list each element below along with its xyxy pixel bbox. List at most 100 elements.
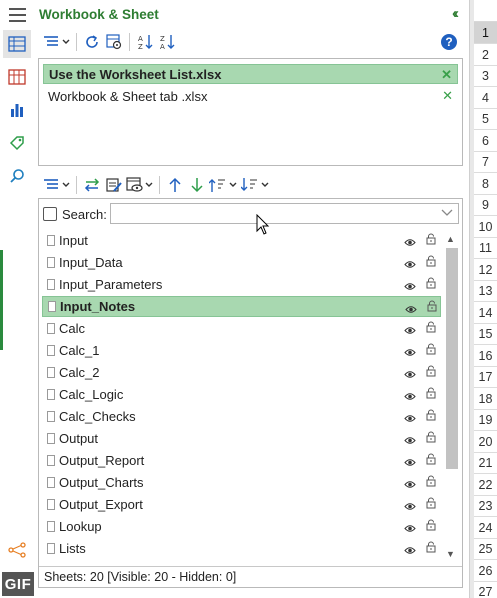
row-header[interactable]: 12	[474, 259, 497, 281]
sheet-row[interactable]: Input_Parameters	[42, 274, 441, 295]
collapse-icon[interactable]: ‹‹	[452, 5, 459, 22]
sheet-row[interactable]: Lookup	[42, 516, 441, 537]
sheet-row[interactable]: Calc_1	[42, 340, 441, 361]
row-header[interactable]: 25	[474, 538, 497, 560]
chart-icon[interactable]	[3, 96, 31, 124]
lock-icon[interactable]	[426, 431, 436, 446]
sort-ascending-icon[interactable]: AZ	[134, 31, 156, 53]
lock-icon[interactable]	[426, 365, 436, 380]
list-view-dropdown[interactable]	[42, 31, 72, 53]
lock-icon[interactable]	[426, 475, 436, 490]
workbook-item[interactable]: Use the Worksheet List.xlsx ✕	[43, 64, 458, 84]
lock-icon[interactable]	[426, 497, 436, 512]
search-checkbox[interactable]	[43, 207, 57, 221]
workbook-item[interactable]: Workbook & Sheet tab .xlsx ✕	[43, 86, 458, 106]
eye-icon[interactable]	[404, 323, 416, 338]
row-header[interactable]: 6	[474, 130, 497, 152]
sort-descending-icon[interactable]: ZA	[156, 31, 178, 53]
share-icon[interactable]	[3, 536, 31, 564]
row-header[interactable]: 5	[474, 108, 497, 130]
eye-icon[interactable]	[405, 302, 417, 317]
row-header[interactable]: 23	[474, 495, 497, 517]
scrollbar-thumb[interactable]	[446, 248, 458, 469]
eye-icon[interactable]	[404, 235, 416, 250]
move-down-icon[interactable]	[186, 174, 208, 196]
tag-icon[interactable]	[3, 129, 31, 157]
sheet-row[interactable]: Output_Charts	[42, 472, 441, 493]
sheet-row[interactable]: Lists	[42, 538, 441, 559]
sheet-row[interactable]: Input_Data	[42, 252, 441, 273]
row-header[interactable]: 2	[474, 44, 497, 66]
eye-icon[interactable]	[404, 367, 416, 382]
row-header[interactable]: 11	[474, 237, 497, 259]
list-view-dropdown[interactable]	[42, 174, 72, 196]
lock-icon[interactable]	[426, 541, 436, 556]
row-header[interactable]: 1	[474, 22, 497, 44]
lock-icon[interactable]	[426, 255, 436, 270]
sheet-row[interactable]: Input_Notes	[42, 296, 441, 317]
move-top-dropdown[interactable]	[208, 174, 240, 196]
eye-icon[interactable]	[404, 433, 416, 448]
row-header[interactable]: 8	[474, 173, 497, 195]
row-header[interactable]: 24	[474, 517, 497, 539]
eye-icon[interactable]	[404, 279, 416, 294]
row-header[interactable]: 18	[474, 388, 497, 410]
eye-icon[interactable]	[404, 543, 416, 558]
row-header[interactable]: 4	[474, 87, 497, 109]
sheet-row[interactable]: Output_Export	[42, 494, 441, 515]
row-header[interactable]: 15	[474, 323, 497, 345]
eye-icon[interactable]	[404, 499, 416, 514]
row-header[interactable]: 10	[474, 216, 497, 238]
sheet-row[interactable]: Output	[42, 428, 441, 449]
sheet-row[interactable]: Calc	[42, 318, 441, 339]
row-header[interactable]: 14	[474, 302, 497, 324]
refresh-icon[interactable]	[81, 31, 103, 53]
help-icon[interactable]: ?	[441, 34, 457, 50]
swap-icon[interactable]	[81, 174, 103, 196]
lock-icon[interactable]	[426, 233, 436, 248]
eye-icon[interactable]	[404, 389, 416, 404]
eye-icon[interactable]	[404, 345, 416, 360]
lock-icon[interactable]	[426, 343, 436, 358]
sheet-row[interactable]: Calc_Logic	[42, 384, 441, 405]
lock-icon[interactable]	[426, 277, 436, 292]
close-icon[interactable]: ✕	[441, 67, 452, 83]
row-header[interactable]: 21	[474, 452, 497, 474]
lock-icon[interactable]	[426, 519, 436, 534]
menu-icon[interactable]	[9, 8, 26, 22]
row-header[interactable]: 27	[474, 581, 497, 598]
row-header[interactable]: 22	[474, 474, 497, 496]
sheet-row[interactable]: Calc_2	[42, 362, 441, 383]
workbook-icon[interactable]	[3, 63, 31, 91]
eye-icon[interactable]	[404, 257, 416, 272]
scroll-up-icon[interactable]: ▲	[446, 234, 455, 244]
search-icon[interactable]	[3, 162, 31, 190]
settings-icon[interactable]	[103, 31, 125, 53]
sheet-row[interactable]: Calc_Checks	[42, 406, 441, 427]
row-header[interactable]: 7	[474, 151, 497, 173]
search-input[interactable]	[110, 203, 459, 224]
lock-icon[interactable]	[427, 300, 437, 315]
row-header[interactable]: 17	[474, 366, 497, 388]
sheet-row[interactable]: Output_Report	[42, 450, 441, 471]
close-icon[interactable]: ✕	[442, 88, 453, 104]
row-header[interactable]: 26	[474, 560, 497, 582]
eye-icon[interactable]	[404, 455, 416, 470]
eye-icon[interactable]	[404, 477, 416, 492]
sheet-icon[interactable]	[3, 30, 31, 58]
scroll-down-icon[interactable]: ▼	[446, 549, 455, 559]
lock-icon[interactable]	[426, 321, 436, 336]
eye-icon[interactable]	[404, 411, 416, 426]
move-up-icon[interactable]	[164, 174, 186, 196]
lock-icon[interactable]	[426, 453, 436, 468]
row-header[interactable]: 3	[474, 65, 497, 87]
row-header[interactable]: 16	[474, 345, 497, 367]
lock-icon[interactable]	[426, 409, 436, 424]
lock-icon[interactable]	[426, 387, 436, 402]
eye-icon[interactable]	[404, 521, 416, 536]
visibility-dropdown[interactable]	[125, 174, 155, 196]
move-bottom-dropdown[interactable]	[240, 174, 272, 196]
chevron-down-icon[interactable]	[441, 206, 453, 221]
select-all-corner[interactable]	[474, 0, 497, 22]
edit-sheet-icon[interactable]	[103, 174, 125, 196]
